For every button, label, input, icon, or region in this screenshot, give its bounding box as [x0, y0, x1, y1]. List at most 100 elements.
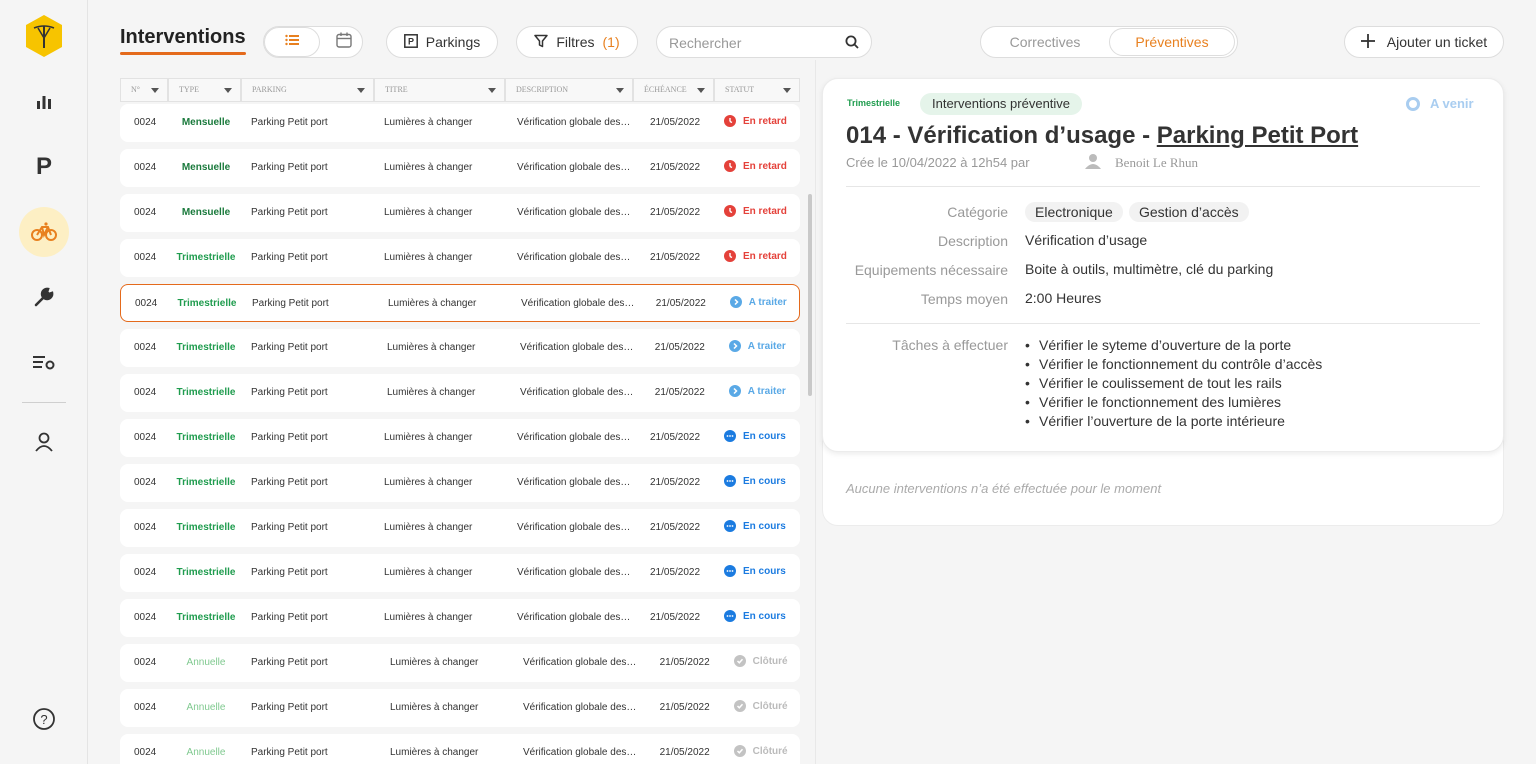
- cell-description: Vérification globale des…: [517, 207, 631, 218]
- check-icon: [733, 745, 746, 757]
- search-input[interactable]: [669, 33, 839, 53]
- table-row[interactable]: 0024 Trimestrielle Parking Petit port Lumiè…: [120, 284, 800, 322]
- table-row[interactable]: 0024 Trimestrielle Parking Petit port Lumiè…: [120, 329, 800, 367]
- tab-correctives[interactable]: Correctives: [981, 27, 1109, 57]
- cell-parking: Parking Petit port: [251, 342, 328, 353]
- cell-parking: Parking Petit port: [251, 162, 328, 173]
- column-label: N°: [131, 85, 140, 94]
- list-view-button[interactable]: [264, 27, 320, 57]
- table-row[interactable]: 0024 Trimestrielle Parking Petit port Lumiè…: [120, 239, 800, 277]
- column-titre[interactable]: TITRE: [374, 78, 505, 102]
- parking-icon[interactable]: P: [24, 147, 64, 187]
- time-value: 2:00 Heures: [1025, 290, 1102, 306]
- cell-titre: Lumières à changer: [387, 387, 476, 398]
- cell-echeance: 21/05/2022: [650, 252, 701, 263]
- clock-icon: [724, 205, 736, 217]
- cell-echeance: 21/05/2022: [650, 612, 701, 623]
- stats-icon[interactable]: [24, 82, 64, 122]
- status-text: En retard: [743, 250, 787, 262]
- author-name: Benoit Le Rhun: [1115, 155, 1199, 170]
- table-row[interactable]: 0024 Mensuelle Parking Petit port Lumières …: [120, 149, 800, 187]
- cell-type: Trimestrielle: [176, 477, 236, 488]
- cell-statut: En cours: [724, 565, 786, 577]
- filters-label: Filtres: [556, 34, 595, 50]
- column-number[interactable]: N°: [120, 78, 168, 102]
- cell-type: Trimestrielle: [176, 567, 236, 578]
- column-parking[interactable]: PARKING: [241, 78, 374, 102]
- table-row[interactable]: 0024 Mensuelle Parking Petit port Lumières …: [120, 194, 800, 232]
- cell-parking: Parking Petit port: [251, 657, 328, 668]
- status-text: En retard: [743, 115, 787, 127]
- table-row[interactable]: 0024 Trimestrielle Parking Petit port Lumiè…: [120, 374, 800, 412]
- cell-parking: Parking Petit port: [251, 432, 328, 443]
- equipment-label: Equipements nécessaire: [854, 262, 1008, 278]
- cell-parking: Parking Petit port: [251, 522, 328, 533]
- help-icon[interactable]: ?: [24, 699, 64, 739]
- status-text: Clôturé: [752, 655, 788, 667]
- description-label: Description: [937, 233, 1008, 249]
- avatar-icon: [1085, 153, 1101, 173]
- table-row[interactable]: 0024 Trimestrielle Parking Petit port Lumiè…: [120, 419, 800, 457]
- table-row[interactable]: 0024 Annuelle Parking Petit port Lumières à…: [120, 689, 800, 727]
- category-chip: Electronique: [1025, 202, 1123, 222]
- cell-statut: En cours: [724, 610, 786, 622]
- parkings-button[interactable]: P Parkings: [386, 26, 498, 58]
- calendar-view-button[interactable]: [326, 27, 362, 57]
- task-item: Vérifier le coulissement de tout les rai…: [1025, 374, 1322, 393]
- cell-statut: Clôturé: [733, 745, 788, 757]
- tasks-list: Vérifier le syteme d’ouverture de la por…: [1025, 336, 1322, 431]
- search-icon[interactable]: [845, 35, 859, 54]
- cell-number: 0024: [134, 117, 157, 128]
- scrollbar[interactable]: [808, 194, 812, 396]
- cell-titre: Lumières à changer: [390, 702, 479, 713]
- cell-titre: Lumières à changer: [390, 657, 479, 668]
- logo-icon[interactable]: [24, 14, 64, 58]
- wrench-icon[interactable]: [24, 277, 64, 317]
- add-ticket-button[interactable]: Ajouter un ticket: [1344, 26, 1504, 58]
- more-icon: [724, 475, 736, 487]
- parking-link[interactable]: Parking Petit Port: [1157, 122, 1358, 149]
- status-badge: A venir: [1406, 96, 1474, 111]
- column-echeance[interactable]: ÉCHÉANCE: [633, 78, 714, 102]
- table-row[interactable]: 0024 Trimestrielle Parking Petit port Lumiè…: [120, 464, 800, 502]
- column-type[interactable]: TYPE: [168, 78, 241, 102]
- cell-description: Vérification globale des…: [520, 387, 634, 398]
- cell-parking: Parking Petit port: [251, 612, 328, 623]
- cell-type: Mensuelle: [181, 207, 231, 218]
- cell-type: Annuelle: [186, 702, 226, 713]
- column-statut[interactable]: STATUT: [714, 78, 800, 102]
- cell-echeance: 21/05/2022: [654, 387, 705, 398]
- tasks-label: Tâches à effectuer: [892, 337, 1008, 353]
- cell-type: Annuelle: [186, 657, 226, 668]
- chevron-down-icon: [783, 88, 791, 93]
- cell-number: 0024: [134, 657, 157, 668]
- filters-button[interactable]: Filtres (1): [516, 26, 638, 58]
- settings-list-icon[interactable]: [24, 342, 64, 382]
- cell-echeance: 21/05/2022: [654, 342, 705, 353]
- cell-titre: Lumières à changer: [384, 432, 473, 443]
- filter-icon: [534, 34, 549, 51]
- status-text: Clôturé: [752, 700, 788, 712]
- cell-echeance: 21/05/2022: [650, 117, 701, 128]
- tab-preventives[interactable]: Préventives: [1109, 28, 1235, 56]
- cell-number: 0024: [134, 567, 157, 578]
- table-row[interactable]: 0024 Annuelle Parking Petit port Lumières à…: [120, 734, 800, 764]
- task-item: Vérifier le fonctionnement du contrôle d…: [1025, 355, 1322, 374]
- arrow-right-icon: [728, 340, 741, 352]
- table-row[interactable]: 0024 Trimestrielle Parking Petit port Lumiè…: [120, 554, 800, 592]
- cell-titre: Lumières à changer: [384, 117, 473, 128]
- bike-icon[interactable]: [19, 207, 69, 257]
- column-description[interactable]: DESCRIPTION: [505, 78, 633, 102]
- frequency-label: Trimestrielle: [847, 98, 901, 108]
- cell-statut: En retard: [724, 205, 787, 217]
- cell-description: Vérification globale des…: [521, 298, 635, 309]
- status-label: A venir: [1430, 96, 1474, 111]
- table-row[interactable]: 0024 Trimestrielle Parking Petit port Lumiè…: [120, 599, 800, 637]
- table-row[interactable]: 0024 Trimestrielle Parking Petit port Lumiè…: [120, 509, 800, 547]
- cell-statut: En cours: [724, 520, 786, 532]
- table-row[interactable]: 0024 Mensuelle Parking Petit port Lumières …: [120, 104, 800, 142]
- user-icon[interactable]: [24, 422, 64, 462]
- cell-echeance: 21/05/2022: [650, 522, 701, 533]
- table-row[interactable]: 0024 Annuelle Parking Petit port Lumières à…: [120, 644, 800, 682]
- check-icon: [733, 700, 746, 712]
